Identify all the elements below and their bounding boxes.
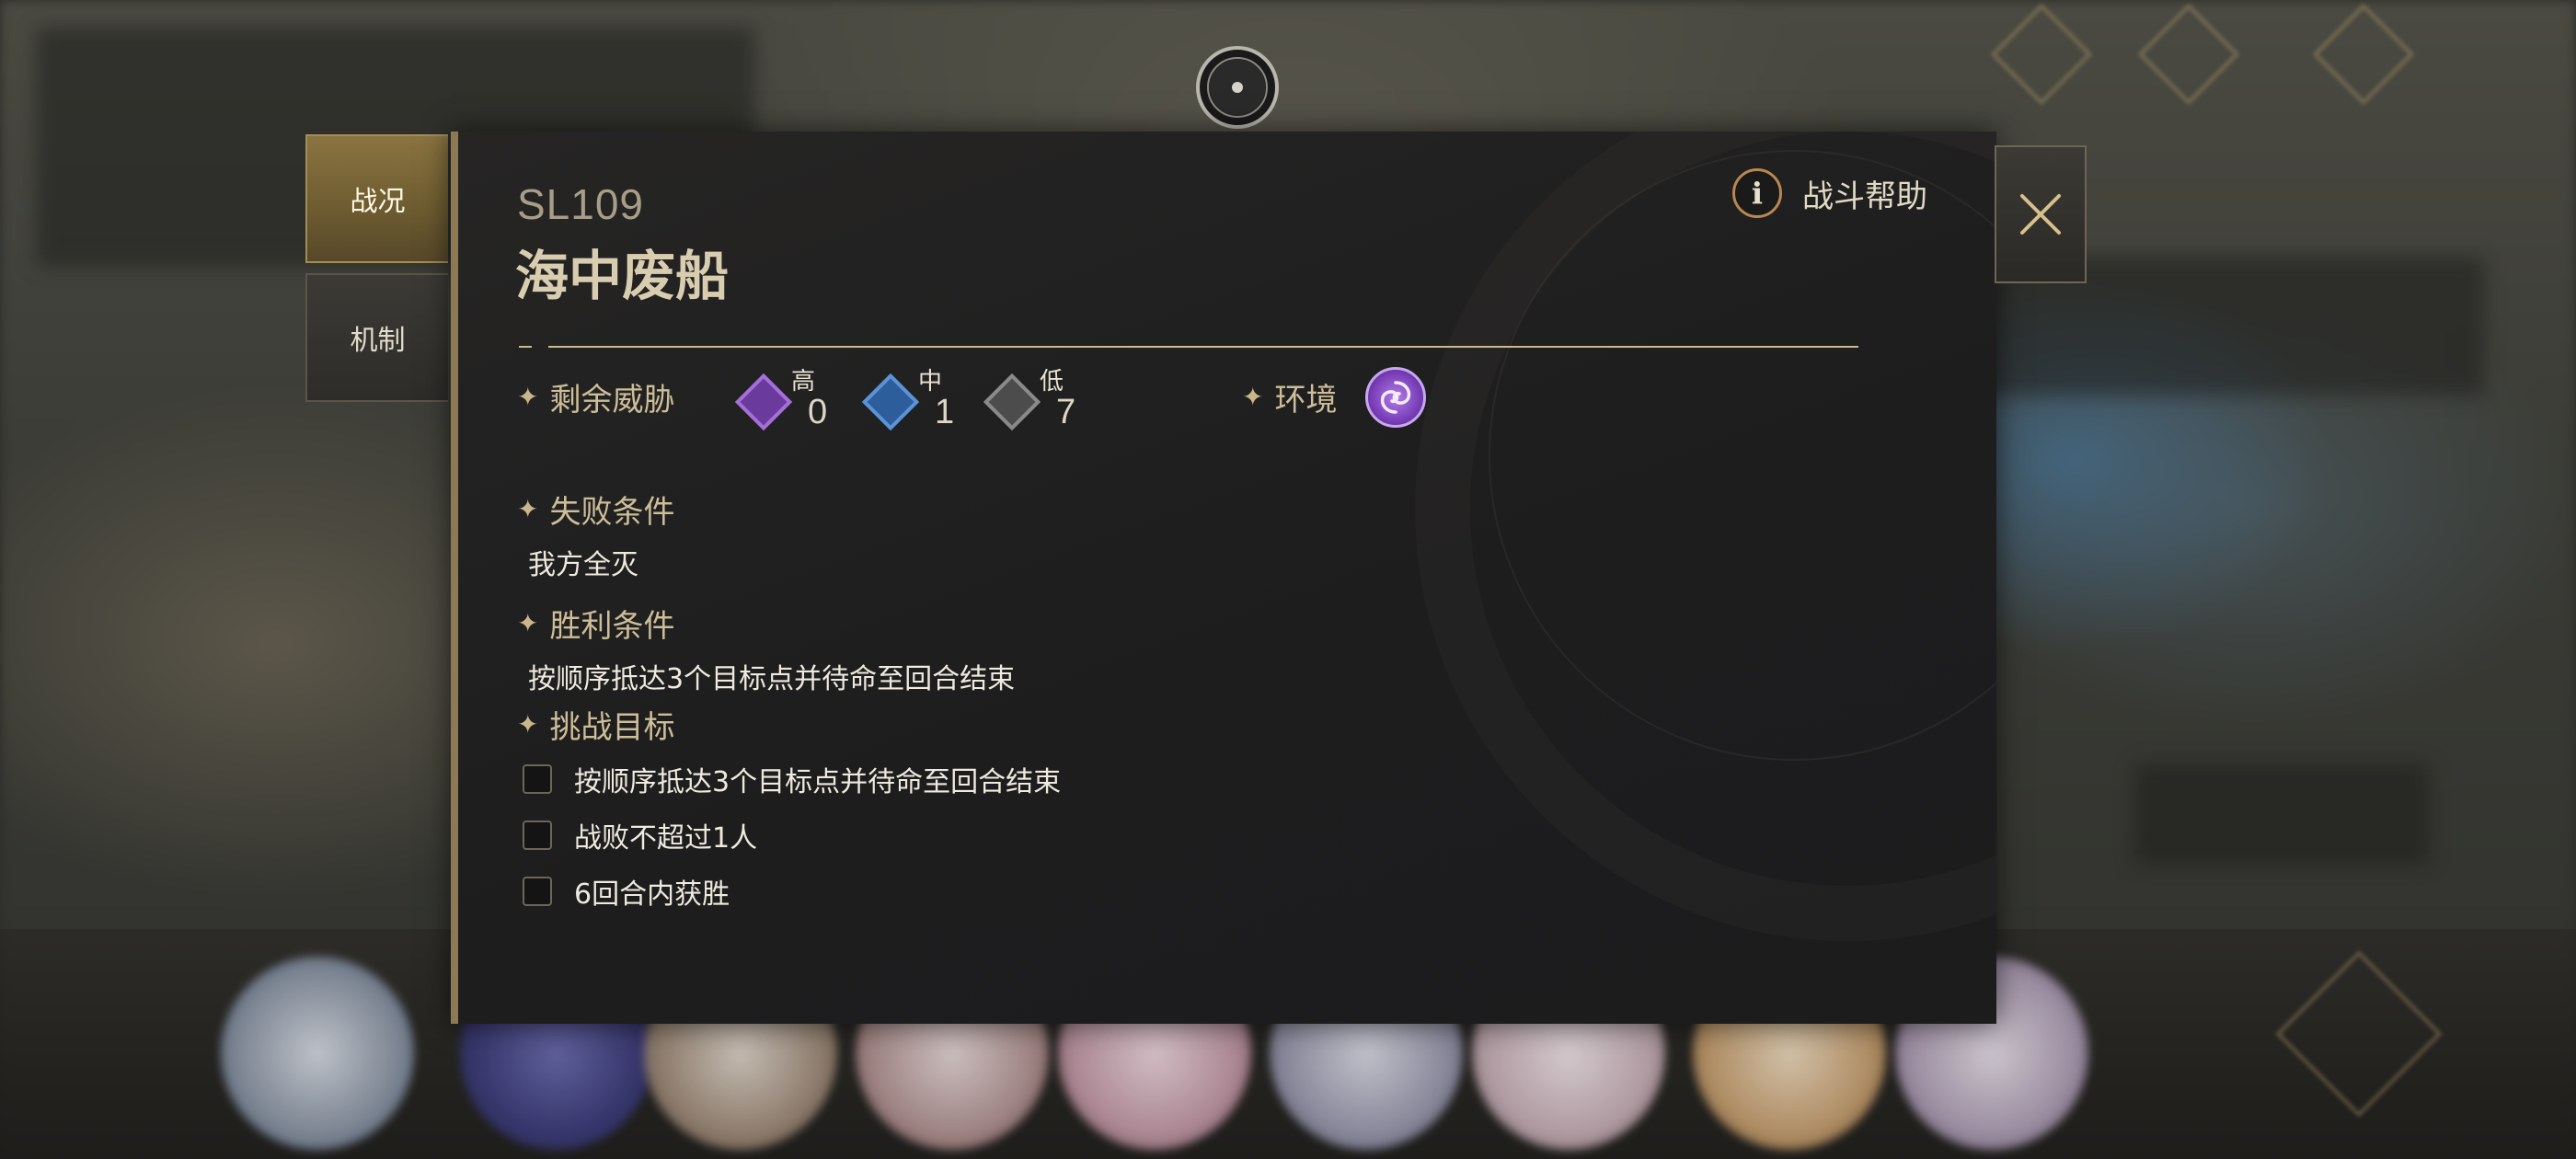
vortex-icon[interactable]	[1365, 367, 1426, 428]
star-bullet-icon: ✦	[517, 608, 539, 638]
star-bullet-icon: ✦	[517, 494, 539, 524]
section-label: 挑战目标	[549, 709, 675, 746]
section-label: 环境	[1274, 382, 1338, 419]
battle-info-panel: SL109 海中废船 i 战斗帮助 ✦ 剩余威胁 高 0 中 1 低 7 ✦ 环…	[451, 132, 1996, 1024]
challenge-objective-item[interactable]: 6回合内获胜	[523, 871, 730, 912]
close-button[interactable]	[1995, 145, 2087, 283]
ornament-ring	[1207, 57, 1268, 118]
threat-medium: 中 1	[857, 368, 955, 431]
info-icon: i	[1732, 168, 1782, 218]
background-portrait	[221, 957, 414, 1150]
challenge-objective-item[interactable]: 战败不超过1人	[523, 815, 757, 855]
threat-level: 中	[918, 368, 943, 396]
threat-level: 高	[791, 368, 816, 396]
objective-checkbox[interactable]	[523, 820, 552, 850]
threat-count: 0	[808, 393, 828, 431]
threat-low: 低 7	[979, 368, 1076, 431]
victory-condition-text: 按顺序抵达3个目标点并待命至回合结束	[528, 663, 1016, 695]
challenge-objective-item[interactable]: 按顺序抵达3个目标点并待命至回合结束	[523, 759, 1061, 799]
section-label: 剩余威胁	[549, 382, 675, 419]
close-icon	[2020, 194, 2061, 235]
divider	[519, 346, 532, 348]
defeat-condition-text: 我方全灭	[528, 549, 638, 581]
objective-checkbox[interactable]	[523, 877, 552, 906]
challenge-objectives-heading: ✦ 挑战目标	[517, 702, 674, 747]
remaining-threats-heading: ✦ 剩余威胁	[517, 374, 674, 419]
stage-title: 海中废船	[515, 245, 730, 307]
star-bullet-icon: ✦	[517, 709, 539, 740]
objective-checkbox[interactable]	[523, 764, 552, 794]
threat-high-diamond-icon	[734, 373, 793, 431]
threat-medium-diamond-icon	[861, 373, 920, 431]
objective-text: 按顺序抵达3个目标点并待命至回合结束	[574, 766, 1062, 798]
threat-high: 高 0	[730, 368, 828, 431]
game-screen: 战况 机制 SL109 海中废船 i 战斗帮助 ✦ 剩余威胁 高 0 中 1 低…	[0, 0, 2576, 1159]
battle-help-label: 战斗帮助	[1802, 178, 1927, 215]
environment-heading: ✦ 环境	[1242, 374, 1337, 419]
star-bullet-icon: ✦	[1242, 382, 1264, 412]
stage-code: SL109	[517, 180, 645, 228]
threat-count: 1	[935, 393, 955, 431]
threat-low-diamond-icon	[983, 373, 1041, 431]
top-ornament	[1196, 46, 1279, 129]
victory-conditions-heading: ✦ 胜利条件	[517, 601, 674, 646]
section-label: 失败条件	[549, 494, 675, 531]
battle-help-button[interactable]: i 战斗帮助	[1732, 168, 1927, 218]
objective-text: 战败不超过1人	[574, 822, 758, 855]
vortex-glyph	[1380, 381, 1411, 414]
section-label: 胜利条件	[549, 608, 675, 645]
divider	[548, 346, 1858, 348]
tab-label: 战况	[350, 186, 406, 218]
threat-level: 低	[1040, 368, 1064, 396]
objective-text: 6回合内获胜	[574, 878, 730, 911]
background-hud-blur	[2134, 763, 2429, 865]
tab-battle-status[interactable]: 战况	[305, 134, 448, 263]
defeat-conditions-heading: ✦ 失败条件	[517, 487, 674, 532]
tab-mechanics[interactable]: 机制	[305, 273, 448, 402]
tab-label: 机制	[350, 325, 406, 357]
star-bullet-icon: ✦	[517, 382, 539, 412]
threat-count: 7	[1056, 393, 1076, 431]
